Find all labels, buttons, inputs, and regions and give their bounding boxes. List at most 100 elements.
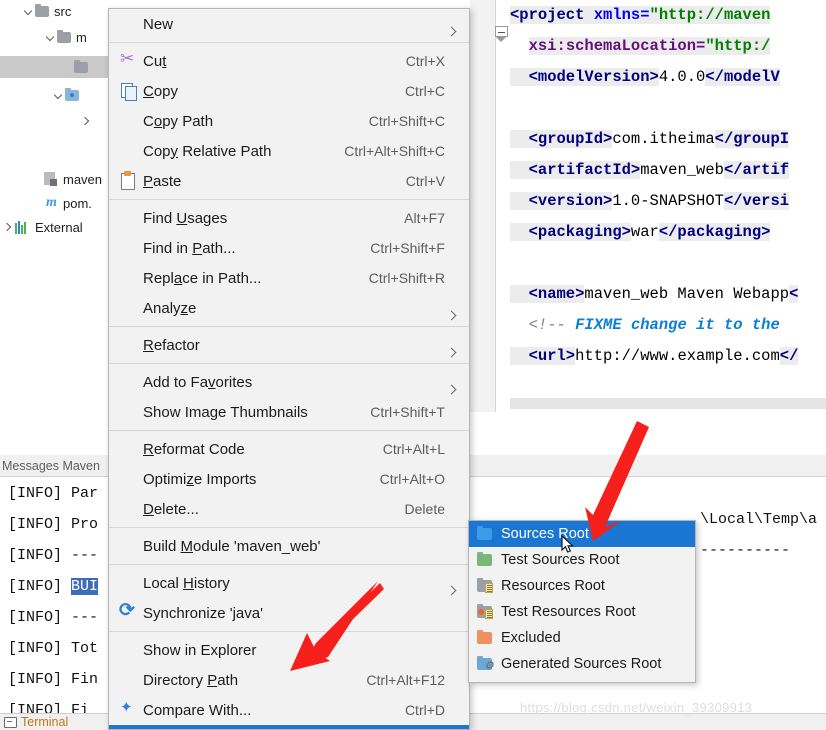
test-sources-root-icon xyxy=(475,552,499,568)
tree-item-source-folder[interactable] xyxy=(0,84,108,106)
menu-item-label: Directory Path xyxy=(143,671,239,689)
code-token-str: "http://maven xyxy=(649,6,771,24)
menu-item-label: Refactor xyxy=(143,336,200,354)
console-fragment-dashes: ---------- xyxy=(700,542,791,559)
submenu-item-label: Resources Root xyxy=(501,578,605,594)
tree-item-external-libraries[interactable]: External xyxy=(0,216,108,238)
menu-item-icon-slot xyxy=(117,299,143,317)
menu-item-copy-path[interactable]: Copy Path Ctrl+Shift+C xyxy=(109,106,469,136)
submenu-item-test-resources-root[interactable]: Test Resources Root xyxy=(469,599,695,625)
chevron-down-icon[interactable] xyxy=(22,5,35,18)
project-tree-panel[interactable]: src m maven m pom. External xyxy=(0,0,108,455)
console-line-prefix: [INFO] xyxy=(8,578,72,595)
editor-code-text[interactable]: <project xmlns="http://maven xsi:schemaL… xyxy=(510,0,799,372)
submenu-item-label: Excluded xyxy=(501,630,561,646)
menu-item-shortcut: Ctrl+C xyxy=(404,83,445,99)
menu-item-paste[interactable]: Paste Ctrl+V xyxy=(109,166,469,196)
tree-item-pom[interactable]: m pom. xyxy=(0,192,108,214)
menu-item-cut[interactable]: Cut Ctrl+X xyxy=(109,46,469,76)
menu-item-icon-slot xyxy=(117,209,143,227)
chevron-down-icon[interactable] xyxy=(52,89,65,102)
compare-icon xyxy=(117,698,143,719)
code-token-tag: <packaging> xyxy=(510,223,631,241)
menu-item-shortcut: Ctrl+Shift+C xyxy=(368,113,445,129)
menu-item-label: Copy Path xyxy=(143,112,214,130)
menu-item-icon-slot xyxy=(117,269,143,287)
submenu-item-sources-root[interactable]: Sources Root xyxy=(469,521,695,547)
menu-item-add-to-favorites[interactable]: Add to Favorites xyxy=(109,367,469,397)
tree-item-src[interactable]: src xyxy=(0,0,108,22)
menu-item-reformat-code[interactable]: Reformat Code Ctrl+Alt+L xyxy=(109,434,469,464)
submenu-item-label: Generated Sources Root xyxy=(501,656,662,672)
menu-item-delete[interactable]: Delete... Delete xyxy=(109,494,469,524)
code-fold-icon[interactable] xyxy=(495,26,508,42)
menu-item-shortcut: Ctrl+Shift+F xyxy=(370,240,445,256)
menu-item-label: Add to Favorites xyxy=(143,373,253,391)
menu-item-label: Paste xyxy=(143,172,182,190)
console-build-status: BUI xyxy=(71,578,99,595)
menu-item-compare-with[interactable]: Compare With... Ctrl+D xyxy=(109,695,469,725)
console-line-prefix: [INFO] xyxy=(8,609,72,626)
menu-item-icon-slot xyxy=(117,403,143,421)
menu-item-new[interactable]: New xyxy=(109,9,469,39)
submenu-item-resources-root[interactable]: Resources Root xyxy=(469,573,695,599)
menu-item-icon-slot xyxy=(117,574,143,592)
menu-item-copy-relative-path[interactable]: Copy Relative Path Ctrl+Alt+Shift+C xyxy=(109,136,469,166)
menu-item-shortcut: Ctrl+Alt+O xyxy=(379,471,445,487)
submenu-item-label: Sources Root xyxy=(501,526,589,542)
maven-pom-icon: m xyxy=(46,195,57,210)
tree-item-maven[interactable]: maven xyxy=(0,168,108,190)
menu-item-label: Show Image Thumbnails xyxy=(143,403,308,421)
context-menu[interactable]: New Cut Ctrl+X Copy Ctrl+C Copy Path Ctrl+Shif… xyxy=(108,8,470,730)
menu-item-icon-slot xyxy=(117,373,143,391)
submenu-item-excluded[interactable]: Excluded xyxy=(469,625,695,651)
menu-item-find-usages[interactable]: Find Usages Alt+F7 xyxy=(109,203,469,233)
menu-item-optimize-imports[interactable]: Optimize Imports Ctrl+Alt+O xyxy=(109,464,469,494)
menu-item-icon-slot xyxy=(117,671,143,689)
tree-item-label: m xyxy=(76,29,87,45)
code-token-tag: <version> xyxy=(510,192,613,210)
editor-horizontal-scrollbar[interactable] xyxy=(510,398,826,409)
menu-item-find-in-path[interactable]: Find in Path... Ctrl+Shift+F xyxy=(109,233,469,263)
mark-directory-as-submenu[interactable]: Sources Root Test Sources Root Resources R… xyxy=(468,520,696,683)
console-line-prefix: [INFO] xyxy=(8,702,72,713)
menu-item-mark-directory-as[interactable]: Mark Directory as xyxy=(109,725,469,729)
menu-item-local-history[interactable]: Local History xyxy=(109,568,469,598)
editor-gutter[interactable] xyxy=(470,0,496,412)
console-line-prefix: [INFO] xyxy=(8,485,72,502)
chevron-right-icon[interactable] xyxy=(2,221,15,234)
libraries-icon xyxy=(15,220,31,234)
chevron-down-icon[interactable] xyxy=(44,31,57,44)
menu-item-label: Analyze xyxy=(143,299,197,317)
menu-item-refactor[interactable]: Refactor xyxy=(109,330,469,360)
terminal-icon xyxy=(4,716,17,728)
xml-editor-pane[interactable]: <project xmlns="http://maven xsi:schemaL… xyxy=(470,0,826,412)
code-token-tag: <url> xyxy=(510,347,576,365)
menu-item-show-in-explorer[interactable]: Show in Explorer xyxy=(109,635,469,665)
code-token-txt: 1.0-SNAPSHOT xyxy=(612,192,724,210)
code-token-txt: maven_web Maven Webapp xyxy=(584,285,790,303)
chevron-right-icon[interactable] xyxy=(80,115,93,128)
menu-separator xyxy=(109,631,469,632)
menu-item-synchronize-java[interactable]: Synchronize 'java' xyxy=(109,598,469,628)
code-token-tag: <project xyxy=(510,6,594,24)
menu-item-analyze[interactable]: Analyze xyxy=(109,293,469,323)
submenu-item-test-sources-root[interactable]: Test Sources Root xyxy=(469,547,695,573)
menu-item-directory-path[interactable]: Directory Path Ctrl+Alt+F12 xyxy=(109,665,469,695)
menu-item-label: Compare With... xyxy=(143,701,252,719)
tree-item-main[interactable]: m xyxy=(0,26,108,48)
menu-item-show-image-thumbnails[interactable]: Show Image Thumbnails Ctrl+Shift+T xyxy=(109,397,469,427)
code-token-txt: maven_web xyxy=(640,161,724,179)
code-line: <artifactId>maven_web</artif xyxy=(510,155,798,186)
menu-item-icon-slot xyxy=(117,500,143,518)
menu-item-replace-in-path[interactable]: Replace in Path... Ctrl+Shift+R xyxy=(109,263,469,293)
folder-shape xyxy=(477,630,492,644)
tree-item-selected-folder[interactable] xyxy=(0,56,108,78)
code-token-tag: <modelVersion> xyxy=(510,68,659,86)
code-token-cmt: <!-- xyxy=(510,316,576,334)
submenu-item-generated-sources-root[interactable]: ⚙ Generated Sources Root xyxy=(469,651,695,677)
menu-item-copy[interactable]: Copy Ctrl+C xyxy=(109,76,469,106)
menu-item-build-module-maven-web[interactable]: Build Module 'maven_web' xyxy=(109,531,469,561)
tree-item-collapsed-node[interactable] xyxy=(0,110,108,132)
